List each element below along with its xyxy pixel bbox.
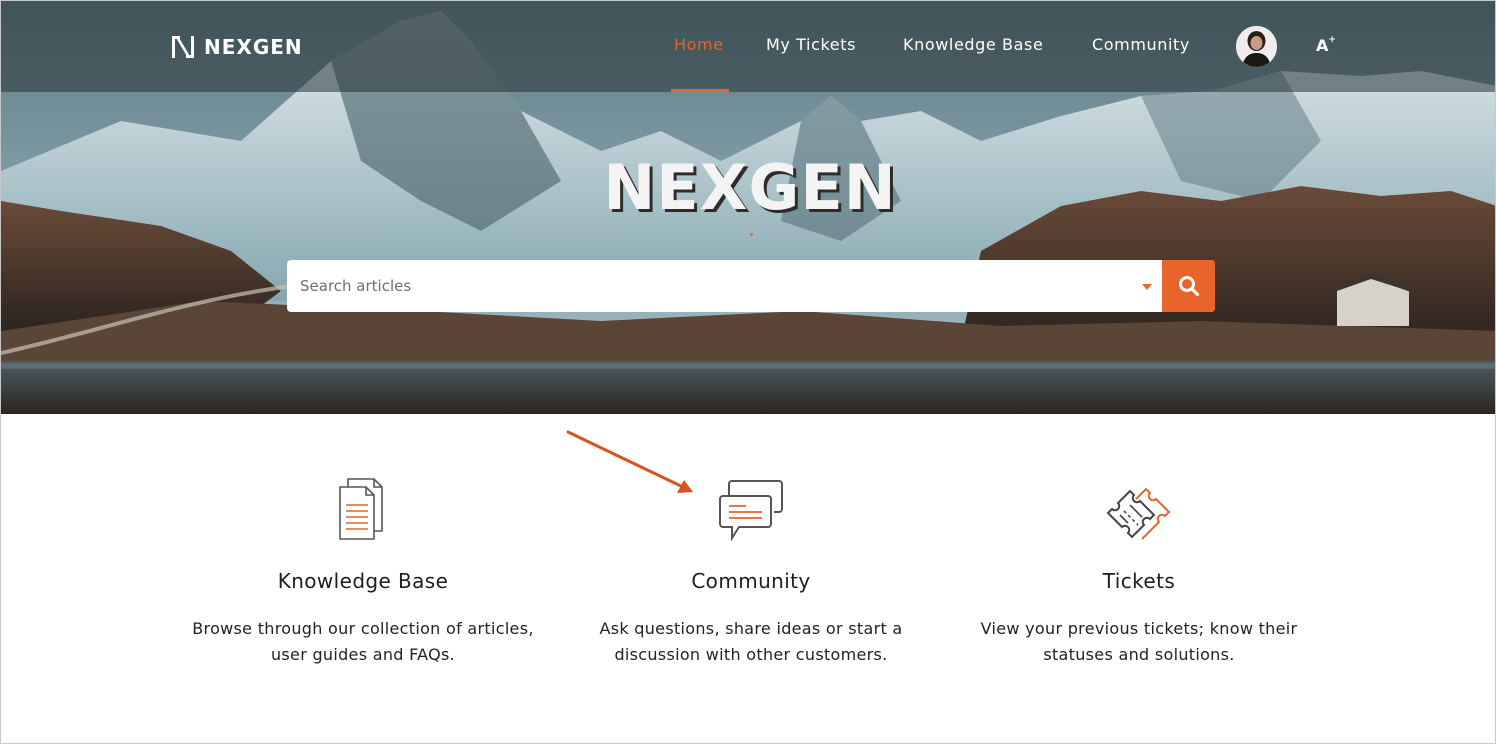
nav-my-tickets[interactable]: My Tickets <box>766 35 856 54</box>
card-tickets[interactable]: Tickets View your previous tickets; know… <box>949 466 1329 668</box>
hero-accent-dot <box>750 233 753 236</box>
search-button[interactable] <box>1162 260 1215 312</box>
card-icon-wrap <box>949 466 1329 541</box>
top-navigation-bar: NEXGEN Home My Tickets Knowledge Base Co… <box>1 1 1495 92</box>
search-input[interactable] <box>287 260 1132 312</box>
card-title: Knowledge Base <box>277 569 449 593</box>
card-description: Browse through our collection of article… <box>173 616 553 668</box>
ticket-icon <box>1106 487 1171 540</box>
card-knowledge-base[interactable]: Knowledge Base Browse through our collec… <box>173 466 553 668</box>
brand-logo[interactable]: NEXGEN <box>169 33 303 61</box>
card-community[interactable]: Community Ask questions, share ideas or … <box>561 466 941 668</box>
card-title: Tickets <box>1102 569 1176 593</box>
nav-knowledge-base[interactable]: Knowledge Base <box>903 35 1043 54</box>
hero-title: NEXGEN <box>603 151 897 224</box>
search-bar <box>287 260 1215 312</box>
card-description: Ask questions, share ideas or start a dis… <box>561 616 941 668</box>
page-frame: NEXGEN Home My Tickets Knowledge Base Co… <box>0 0 1496 744</box>
accessibility-label: A <box>1316 36 1329 55</box>
nav-community[interactable]: Community <box>1092 35 1190 54</box>
user-photo-icon <box>1236 26 1277 67</box>
nav-home[interactable]: Home <box>674 35 724 54</box>
card-description-line-2: statuses and solutions. <box>1043 645 1235 664</box>
documents-icon <box>339 478 383 540</box>
chat-bubbles-icon <box>719 480 783 541</box>
card-description: View your previous tickets; know their st… <box>949 616 1329 668</box>
card-icon-wrap <box>561 466 941 541</box>
card-icon-wrap <box>173 466 553 541</box>
card-description-line-1: Browse through our collection of article… <box>192 619 534 638</box>
card-description-line-1: View your previous tickets; know their <box>980 619 1298 638</box>
card-description-line-1: Ask questions, share ideas or start a <box>599 619 903 638</box>
nexgen-logo-icon <box>172 36 194 58</box>
user-avatar[interactable] <box>1236 26 1277 67</box>
active-nav-indicator <box>671 89 729 92</box>
search-filter-dropdown[interactable] <box>1132 260 1162 312</box>
accessibility-sup-icon: + <box>1328 34 1336 45</box>
brand-name: NEXGEN <box>204 35 303 59</box>
chevron-down-icon <box>1142 284 1152 290</box>
card-description-line-2: discussion with other customers. <box>614 645 888 664</box>
accessibility-font-toggle[interactable]: A+ <box>1316 34 1336 55</box>
search-icon <box>1178 276 1199 297</box>
card-title: Community <box>691 569 811 593</box>
card-description-line-2: user guides and FAQs. <box>270 645 456 664</box>
